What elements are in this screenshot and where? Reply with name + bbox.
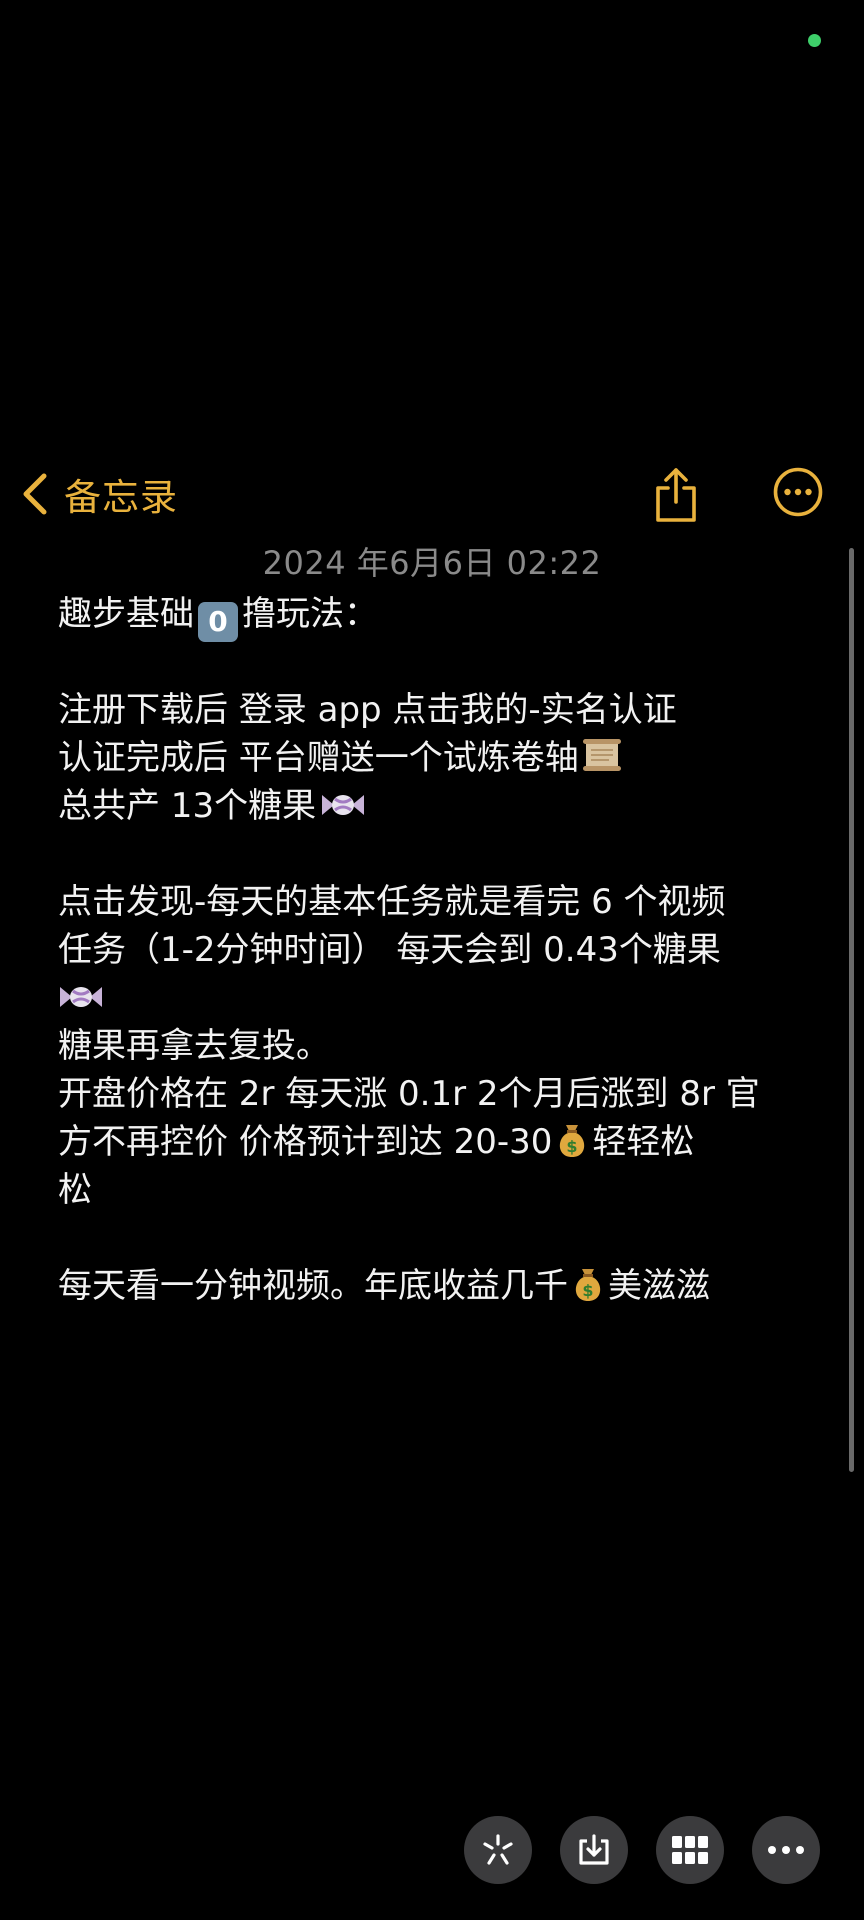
grid-button[interactable] [656,1816,724,1884]
note-line: 每天看一分钟视频。年底收益几千 $ 美滋滋 [58,1266,710,1306]
note-line [58,974,818,1022]
note-body[interactable]: 趣步基础 0 撸玩法： 注册下载后 登录 app 点击我的-实名认证 认证完成后 平… [58,590,818,1310]
note-blank-line [58,830,818,878]
chevron-left-icon [23,473,47,515]
keycap-zero-icon: 0 [198,602,238,642]
back-button[interactable]: 备忘录 [16,470,178,519]
note-line: 点击发现-每天的基本任务就是看完 6 个视频 [58,882,726,922]
note-blank-line [58,1214,818,1262]
download-icon [579,1834,609,1865]
more-button[interactable] [752,1816,820,1884]
note-line-title: 趣步基础 0 撸玩法： [58,590,818,642]
note-blank-line [58,638,818,686]
share-button[interactable] [650,462,702,526]
share-icon [656,468,696,522]
note-line: 松 [58,1170,92,1210]
more-options-button[interactable] [772,466,824,518]
svg-text:$: $ [582,1281,593,1300]
svg-text:$: $ [567,1137,578,1156]
back-label: 备忘录 [64,476,178,519]
status-indicator-dot [808,34,821,47]
sparkle-icon [483,1834,513,1865]
note-line: 总共产 13个糖果 [58,782,818,830]
note-line: 开盘价格在 2r 每天涨 0.1r 2个月后涨到 8r 官 [58,1074,760,1114]
note-line: 方不再控价 价格预计到达 20-30 $ 轻轻松 [58,1122,695,1162]
note-line: 认证完成后 平台赠送一个试炼卷轴 [58,734,818,782]
candy-emoji-icon [322,795,365,815]
nav-bar: 备忘录 [0,460,864,528]
scroll-indicator[interactable] [849,548,854,1472]
sparkle-button[interactable] [464,1816,532,1884]
note-line: 糖果再拿去复投。 [58,1026,330,1066]
note-line: 任务（1-2分钟时间） 每天会到 0.43个糖果 [58,930,721,970]
ellipsis-circle-icon [773,467,823,517]
scroll-emoji-icon [582,739,621,771]
grid-icon [672,1836,708,1864]
note-line: 注册下载后 登录 app 点击我的-实名认证 [58,690,677,730]
note-date: 2024 年6月6日 02:22 [262,544,602,582]
save-download-button[interactable] [560,1816,628,1884]
money-bag-emoji-icon: $ [560,1125,585,1157]
money-bag-emoji-icon: $ [575,1269,601,1301]
bottom-toolbar [0,1816,864,1888]
candy-emoji-icon [60,987,102,1007]
more-icon [768,1846,804,1854]
